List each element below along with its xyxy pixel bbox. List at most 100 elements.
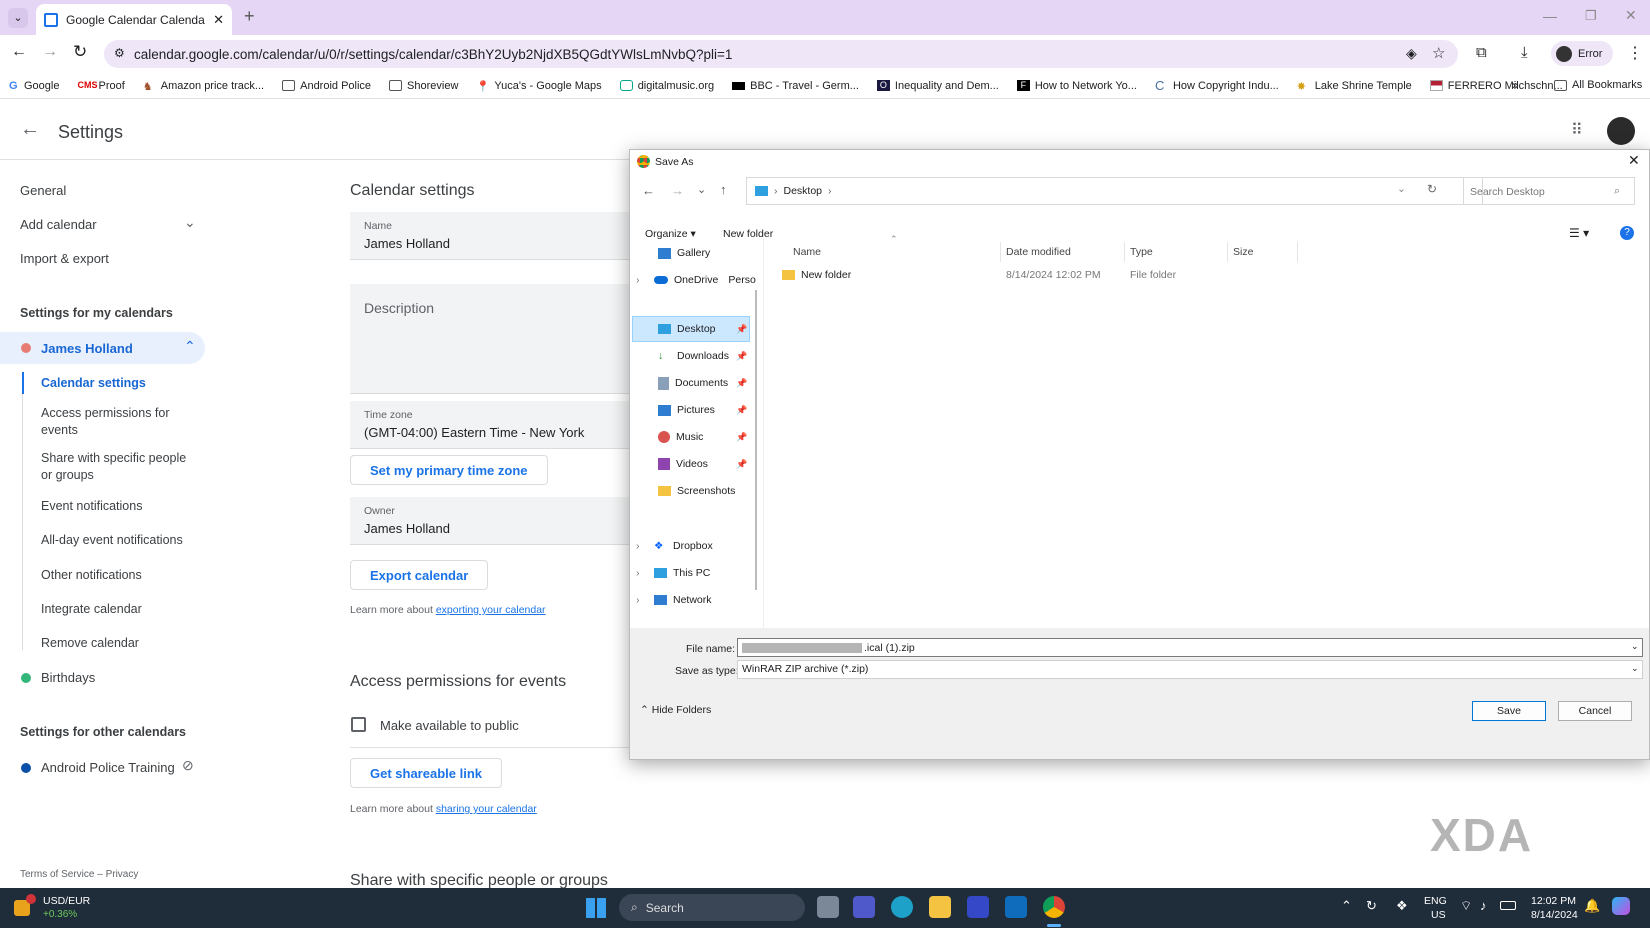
visibility-off-icon[interactable]: ⊘ [182,757,194,774]
windows-start-icon[interactable] [586,898,606,918]
bookmark-copyright[interactable]: C How Copyright Indu... [1146,79,1288,92]
bookmark-network[interactable]: F How to Network Yo... [1008,80,1146,92]
profile-button[interactable]: Error [1551,41,1613,66]
column-size[interactable]: Size [1233,246,1253,258]
save-type-dropdown-icon[interactable]: ⌄ [1631,663,1639,674]
description-field[interactable]: Description [350,284,630,394]
nav-general[interactable]: General [20,183,66,198]
subnav-remove[interactable]: Remove calendar [41,635,191,652]
tree-dropbox[interactable]: › ❖ Dropbox [636,535,713,557]
column-date[interactable]: Date modified [1006,246,1071,258]
minimize-icon[interactable]: — [1543,8,1557,24]
primary-timezone-button[interactable]: Set my primary time zone [350,455,548,485]
organize-menu[interactable]: Organize ▾ [645,228,696,240]
forward-icon[interactable]: → [42,43,58,61]
download-icon[interactable]: ⤓ [1521,44,1528,61]
shareable-link-button[interactable]: Get shareable link [350,758,502,788]
address-bar[interactable]: ⚙ calendar.google.com/calendar/u/0/r/set… [104,40,1458,68]
subnav-integrate[interactable]: Integrate calendar [41,601,191,618]
copilot-icon[interactable] [1612,897,1630,915]
hide-folders-toggle[interactable]: ⌃ Hide Folders [640,704,711,716]
tree-network[interactable]: › Network [636,589,712,611]
apps-grid-icon[interactable]: ⠿ [1571,120,1583,140]
save-button[interactable]: Save [1472,701,1546,721]
calendar-item-james-holland[interactable]: James Holland ⌃ [0,332,205,364]
subnav-event-notifications[interactable]: Event notifications [41,498,191,515]
subnav-other-notifications[interactable]: Other notifications [41,567,191,584]
bookmark-yucas[interactable]: 📍 Yuca's - Google Maps [467,80,610,94]
export-help-link[interactable]: exporting your calendar [436,604,546,616]
nav-forward-icon[interactable]: → [671,183,684,198]
public-checkbox[interactable] [351,717,366,732]
all-bookmarks[interactable]: All Bookmarks [1545,79,1650,91]
tree-onedrive[interactable]: › OneDrive Perso [636,269,756,291]
ticker-name[interactable]: USD/EUR [43,895,90,907]
sync-icon[interactable]: ↻ [1366,898,1377,914]
subnav-access-permissions[interactable]: Access permissions for events [41,405,191,439]
volume-icon[interactable]: ♪ [1480,898,1487,913]
tray-chevron-icon[interactable]: ⌃ [1341,898,1352,914]
clock-time[interactable]: 12:02 PM [1531,895,1576,907]
bookmark-bbc[interactable]: BBC - Travel - Germ... [723,80,868,92]
chevron-up-icon[interactable]: ⌃ [184,338,196,355]
bookmark-google[interactable]: G Google [0,80,68,93]
nav-other-calendar[interactable]: Android Police Training [41,760,175,775]
tree-scrollbar[interactable] [755,290,757,590]
export-calendar-button[interactable]: Export calendar [350,560,489,590]
task-view-icon[interactable] [817,896,839,918]
new-tab-button[interactable]: + [244,6,255,27]
battery-icon[interactable] [1500,901,1516,910]
file-name-input[interactable]: .ical (1).zip ⌄ [737,638,1643,657]
column-type[interactable]: Type [1130,246,1153,258]
nav-add-calendar[interactable]: Add calendar [20,217,97,232]
nav-import-export[interactable]: Import & export [20,251,109,266]
bookmark-proof[interactable]: CMS Proof [68,80,133,92]
bookmark-shoreview[interactable]: Shoreview [380,80,467,92]
wifi-icon[interactable]: ⌔ [1460,898,1472,914]
extensions-icon[interactable]: ⧉ [1476,44,1487,61]
dropbox-tray-icon[interactable]: ❖ [1396,898,1408,914]
site-info-icon[interactable]: ⚙ [114,46,125,60]
nav-birthdays[interactable]: Birthdays [41,670,95,685]
search-icon[interactable]: ⌕ [1614,185,1620,198]
app-icon[interactable] [967,896,989,918]
path-breadcrumb[interactable]: › Desktop › ⌄ ↻ [746,177,1483,205]
subnav-calendar-settings[interactable]: Calendar settings [41,375,191,392]
path-dropdown-icon[interactable]: ⌄ [1397,183,1406,195]
tree-gallery[interactable]: Gallery [658,242,710,264]
chevron-down-icon[interactable]: ⌄ [184,214,196,231]
column-name[interactable]: Name [793,246,821,258]
new-folder-button[interactable]: New folder [723,228,773,240]
active-tab[interactable]: Google Calendar Calendar se ✕ [36,4,232,35]
outlook-icon[interactable] [1005,896,1027,918]
tree-pictures[interactable]: Pictures [658,399,715,421]
tree-downloads[interactable]: ↓ Downloads [658,345,729,367]
name-field[interactable]: Name James Holland [350,212,630,260]
tree-screenshots[interactable]: Screenshots [658,480,735,502]
search-box[interactable]: Search Desktop ⌕ [1463,177,1635,205]
bookmark-android-police[interactable]: Android Police [273,80,380,92]
subnav-allday-notifications[interactable]: All-day event notifications [41,532,191,549]
bookmark-digitalmusic[interactable]: digitalmusic.org [611,80,723,92]
teams-icon[interactable] [853,896,875,918]
file-row[interactable]: New folder 8/14/2024 12:02 PM File folde… [782,267,1302,287]
chrome-taskbar-icon[interactable] [1043,896,1065,918]
dialog-close-icon[interactable]: ✕ [1628,152,1640,169]
tree-documents[interactable]: Documents [658,372,728,394]
save-type-select[interactable]: WinRAR ZIP archive (*.zip) ⌄ [737,660,1643,679]
bookmark-inequality[interactable]: O Inequality and Dem... [868,80,1008,92]
taskbar-search[interactable]: ⌕ Search [619,894,805,921]
account-avatar[interactable] [1607,117,1635,145]
back-icon[interactable]: ← [11,43,27,61]
recent-locations-icon[interactable]: ⌄ [697,183,706,196]
view-options-icon[interactable]: ☰ ▾ [1569,226,1589,240]
reload-icon[interactable]: ↻ [73,42,87,62]
tab-search-button[interactable]: ⌄ [8,8,28,28]
close-window-icon[interactable]: ✕ [1625,7,1637,24]
subnav-share-people[interactable]: Share with specific people or groups [41,450,191,484]
bookmark-lake-shrine[interactable]: ✸ Lake Shrine Temple [1288,80,1421,94]
bookmark-amazon[interactable]: ♞ Amazon price track... [134,80,273,94]
tree-music[interactable]: Music [658,426,703,448]
tree-this-pc[interactable]: › This PC [636,562,710,584]
bookmarks-overflow-icon[interactable]: » [1512,78,1519,92]
